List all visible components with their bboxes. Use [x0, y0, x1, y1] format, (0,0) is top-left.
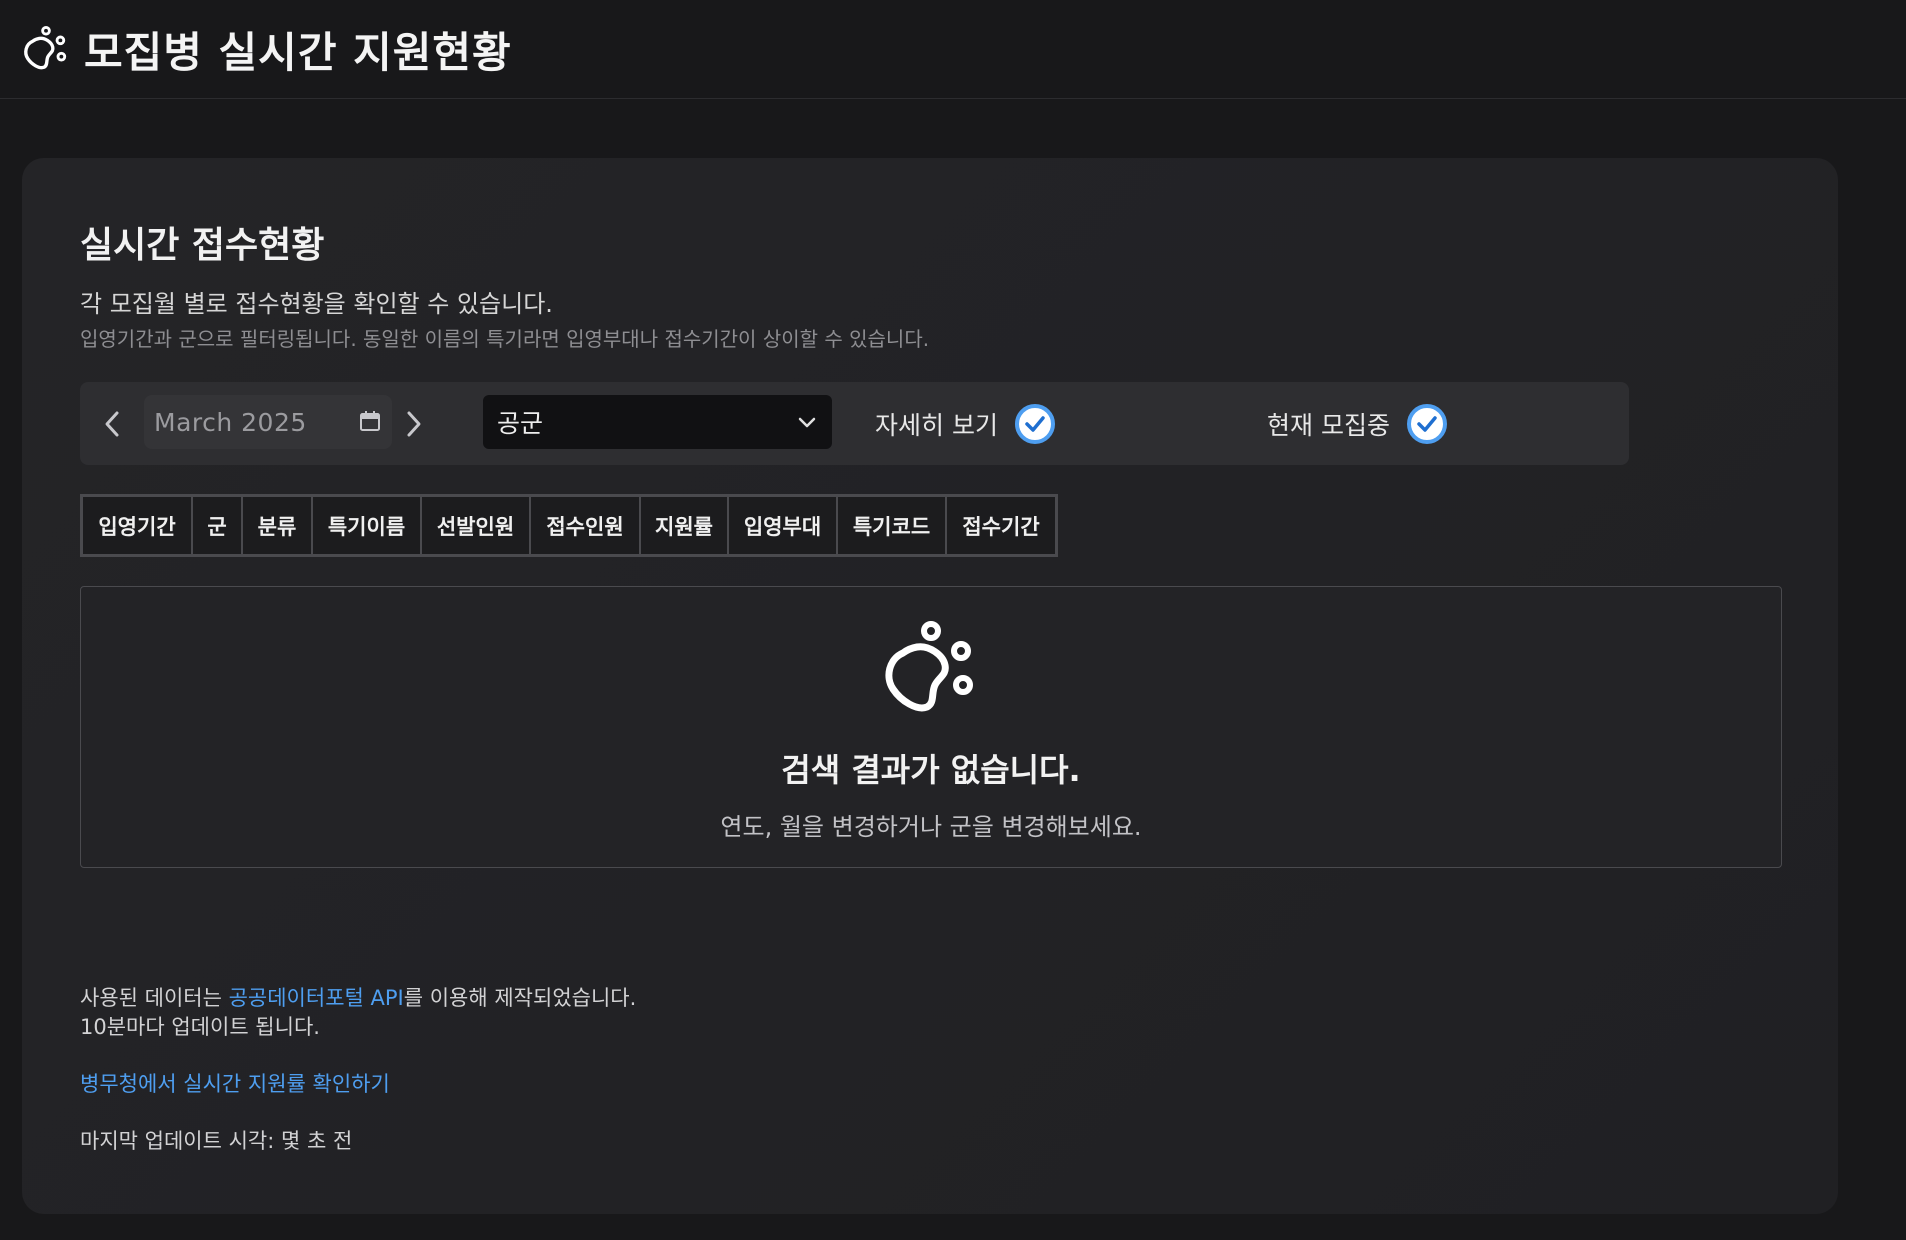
footer-spacer: [80, 1099, 636, 1127]
filter-bar: March 2025 공군 자세히 보기 현재 모집중: [80, 382, 1629, 465]
footer: 사용된 데이터는 공공데이터포털 API를 이용해 제작되었습니다. 10분마다…: [80, 984, 636, 1156]
calendar-icon[interactable]: [358, 409, 382, 433]
results-table-header: 입영기간 군 분류 특기이름 선발인원 접수인원 지원률 입영부대 특기코드 접…: [80, 494, 1058, 557]
chevron-left-icon: [105, 411, 119, 437]
column-header-competition-rate[interactable]: 지원률: [641, 497, 729, 554]
section-description: 각 모집월 별로 접수현황을 확인할 수 있습니다.: [80, 290, 553, 318]
column-header-training-unit[interactable]: 입영부대: [729, 497, 838, 554]
last-update-text: 마지막 업데이트 시각: 몇 초 전: [80, 1129, 353, 1153]
column-header-branch[interactable]: 군: [193, 497, 243, 554]
section-note: 입영기간과 군으로 필터링됩니다. 동일한 이름의 특기라면 입영부대나 접수기…: [80, 327, 930, 351]
previous-month-button[interactable]: [92, 402, 132, 446]
update-interval-text: 10분마다 업데이트 됩니다.: [80, 1015, 320, 1039]
empty-state: 검색 결과가 없습니다. 연도, 월을 변경하거나 군을 변경해보세요.: [80, 586, 1782, 868]
footer-spacer: [80, 1042, 636, 1070]
branch-select[interactable]: 공군: [483, 395, 832, 449]
app-title: 모집병 실시간 지원현황: [84, 27, 512, 77]
currently-recruiting-label: 현재 모집중: [1267, 411, 1390, 440]
column-header-specialty-name[interactable]: 특기이름: [313, 497, 422, 554]
data-source-suffix: 를 이용해 제작되었습니다.: [403, 986, 637, 1010]
next-month-button[interactable]: [394, 402, 434, 446]
paw-icon: [885, 621, 973, 712]
data-source-prefix: 사용된 데이터는: [80, 986, 229, 1010]
detail-view-toggle[interactable]: 자세히 보기: [875, 400, 1056, 448]
checkbox-checked-icon[interactable]: [1014, 403, 1056, 445]
column-header-application-period[interactable]: 접수기간: [947, 497, 1055, 554]
checkbox-checked-icon[interactable]: [1406, 403, 1448, 445]
currently-recruiting-toggle[interactable]: 현재 모집중: [1267, 400, 1448, 448]
chevron-right-icon: [407, 411, 421, 437]
branch-select-value: 공군: [497, 409, 544, 438]
detail-view-label: 자세히 보기: [875, 411, 998, 440]
column-header-applicant-count[interactable]: 접수인원: [531, 497, 641, 554]
column-header-selection-count[interactable]: 선발인원: [422, 497, 531, 554]
empty-state-title: 검색 결과가 없습니다.: [781, 751, 1081, 789]
mma-realtime-link[interactable]: 병무청에서 실시간 지원률 확인하기: [80, 1072, 390, 1096]
column-header-specialty-code[interactable]: 특기코드: [838, 497, 947, 554]
section-title: 실시간 접수현황: [80, 225, 325, 266]
data-source-line: 사용된 데이터는 공공데이터포털 API를 이용해 제작되었습니다.: [80, 984, 636, 1013]
chevron-down-icon: [798, 417, 816, 428]
public-data-portal-link[interactable]: 공공데이터포털 API: [229, 986, 404, 1010]
empty-state-hint: 연도, 월을 변경하거나 군을 변경해보세요.: [720, 813, 1142, 841]
status-card: 실시간 접수현황 각 모집월 별로 접수현황을 확인할 수 있습니다. 입영기간…: [22, 158, 1838, 1214]
month-picker-input[interactable]: March 2025: [144, 395, 392, 449]
column-header-category[interactable]: 분류: [243, 497, 313, 554]
column-header-enlistment-period[interactable]: 입영기간: [83, 497, 193, 554]
month-value: March 2025: [154, 407, 307, 437]
top-bar: 모집병 실시간 지원현황: [0, 0, 1906, 99]
paw-icon: [24, 25, 67, 70]
